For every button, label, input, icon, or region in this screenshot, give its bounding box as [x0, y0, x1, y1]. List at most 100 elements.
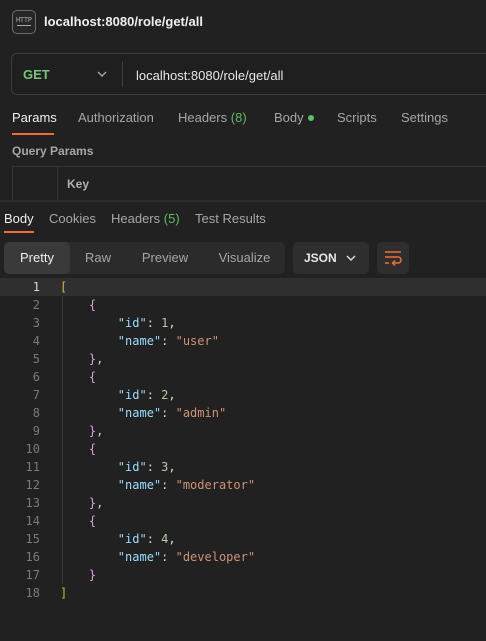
line-content: "name": "admin"	[117, 406, 227, 420]
body-indicator-dot	[307, 114, 314, 121]
tab-cookies[interactable]: Cookies	[49, 211, 96, 226]
line-content: },	[88, 496, 104, 510]
line-content: "name": "developer"	[117, 550, 256, 564]
code-line: 12 "name": "moderator"	[0, 476, 486, 494]
pane-divider[interactable]	[0, 200, 486, 202]
line-content: {	[88, 442, 97, 456]
url-input[interactable]	[136, 65, 476, 85]
tab-label: Body	[4, 211, 34, 226]
chevron-down-icon	[346, 255, 356, 261]
line-number: 7	[32, 388, 40, 402]
line-content: {	[88, 514, 97, 528]
tab-settings[interactable]: Settings	[401, 110, 448, 125]
wrap-lines-icon	[385, 251, 402, 266]
line-content: "id": 4,	[117, 532, 176, 546]
response-tabs: Body Cookies Headers (5) Test Results	[0, 208, 486, 234]
line-number: 4	[32, 334, 40, 348]
code-line: 13 },	[0, 494, 486, 512]
tab-response-body[interactable]: Body	[4, 211, 34, 226]
column-header-key: Key	[67, 177, 90, 191]
tab-test-results[interactable]: Test Results	[195, 211, 266, 226]
url-bar: GET	[11, 53, 486, 95]
response-headers-count: (5)	[163, 211, 180, 226]
format-value: JSON	[304, 251, 337, 265]
code-line: 2 {	[0, 296, 486, 314]
code-line: 16 "name": "developer"	[0, 548, 486, 566]
code-line: 4 "name": "user"	[0, 332, 486, 350]
view-preview-button[interactable]: Preview	[128, 242, 202, 274]
tab-authorization[interactable]: Authorization	[78, 110, 154, 125]
line-number: 11	[25, 460, 40, 474]
code-line: 8 "name": "admin"	[0, 404, 486, 422]
line-content: "id": 1,	[117, 316, 176, 330]
tab-scripts[interactable]: Scripts	[337, 110, 377, 125]
code-line: 7 "id": 2,	[0, 386, 486, 404]
view-raw-button[interactable]: Raw	[70, 242, 126, 274]
view-visualize-button[interactable]: Visualize	[206, 242, 283, 274]
line-content: },	[88, 352, 104, 366]
code-line: 10 {	[0, 440, 486, 458]
code-line: 14 {	[0, 512, 486, 530]
headers-count: (8)	[230, 110, 247, 125]
row-checkbox-column	[13, 167, 58, 201]
tab-label: Headers	[178, 110, 228, 125]
code-lines: 1[2 {3 "id": 1, 4 "name": "user" 5 }, 6 {7 …	[0, 278, 486, 602]
line-number: 9	[32, 424, 40, 438]
tab-body[interactable]: Body	[274, 110, 314, 125]
tab-headers[interactable]: Headers (8)	[178, 110, 247, 125]
chevron-down-icon[interactable]	[96, 68, 108, 80]
title-bar: HTTP localhost:8080/role/get/all	[0, 0, 486, 44]
line-number: 5	[32, 352, 40, 366]
line-content: ]	[60, 586, 68, 600]
view-pretty-button[interactable]: Pretty	[4, 242, 70, 274]
line-number: 16	[25, 550, 40, 564]
tab-label: Body	[274, 110, 304, 125]
format-select[interactable]: JSON	[293, 242, 369, 274]
line-content: "name": "user"	[117, 334, 219, 348]
line-content: "name": "moderator"	[117, 478, 256, 492]
line-content: }	[88, 568, 97, 582]
request-tabs: Params Authorization Headers (8) Body Sc…	[0, 106, 486, 136]
line-content: },	[88, 424, 104, 438]
method-select[interactable]: GET	[23, 67, 50, 82]
tab-label: Cookies	[49, 211, 96, 226]
line-content: "id": 2,	[117, 388, 176, 402]
code-line: 18]	[0, 584, 486, 602]
line-content: {	[88, 298, 97, 312]
query-params-table: Key	[12, 166, 486, 201]
line-number: 8	[32, 406, 40, 420]
tab-label: Scripts	[337, 110, 377, 125]
line-number: 10	[25, 442, 40, 456]
line-number: 14	[25, 514, 40, 528]
line-number: 2	[32, 298, 40, 312]
line-content: "id": 3,	[117, 460, 176, 474]
tab-label: Settings	[401, 110, 448, 125]
line-number: 18	[25, 586, 40, 600]
code-line: 17 }	[0, 566, 486, 584]
wrap-lines-button[interactable]	[377, 242, 409, 274]
active-tab-indicator	[12, 133, 54, 135]
line-number: 3	[32, 316, 40, 330]
http-request-icon: HTTP	[12, 10, 36, 34]
code-line: 6 {	[0, 368, 486, 386]
active-tab-indicator	[4, 231, 34, 233]
view-mode-toggle: Pretty Raw Preview Visualize	[4, 242, 285, 274]
code-line: 1[	[0, 278, 486, 296]
line-number: 6	[32, 370, 40, 384]
request-title[interactable]: localhost:8080/role/get/all	[44, 14, 203, 29]
line-number: 13	[25, 496, 40, 510]
code-line: 3 "id": 1,	[0, 314, 486, 332]
tab-label: Params	[12, 110, 57, 125]
tab-params[interactable]: Params	[12, 110, 57, 125]
tab-label: Headers	[111, 211, 161, 226]
query-params-heading: Query Params	[12, 144, 94, 158]
response-body-viewer[interactable]: 1[2 {3 "id": 1, 4 "name": "user" 5 }, 6 {7 …	[0, 278, 486, 602]
http-icon-text: HTTP	[16, 16, 32, 24]
tab-response-headers[interactable]: Headers (5)	[111, 211, 180, 226]
code-line: 5 },	[0, 350, 486, 368]
line-number: 17	[25, 568, 40, 582]
line-number: 1	[32, 280, 40, 294]
code-line: 15 "id": 4,	[0, 530, 486, 548]
code-line: 11 "id": 3,	[0, 458, 486, 476]
line-number: 12	[25, 478, 40, 492]
